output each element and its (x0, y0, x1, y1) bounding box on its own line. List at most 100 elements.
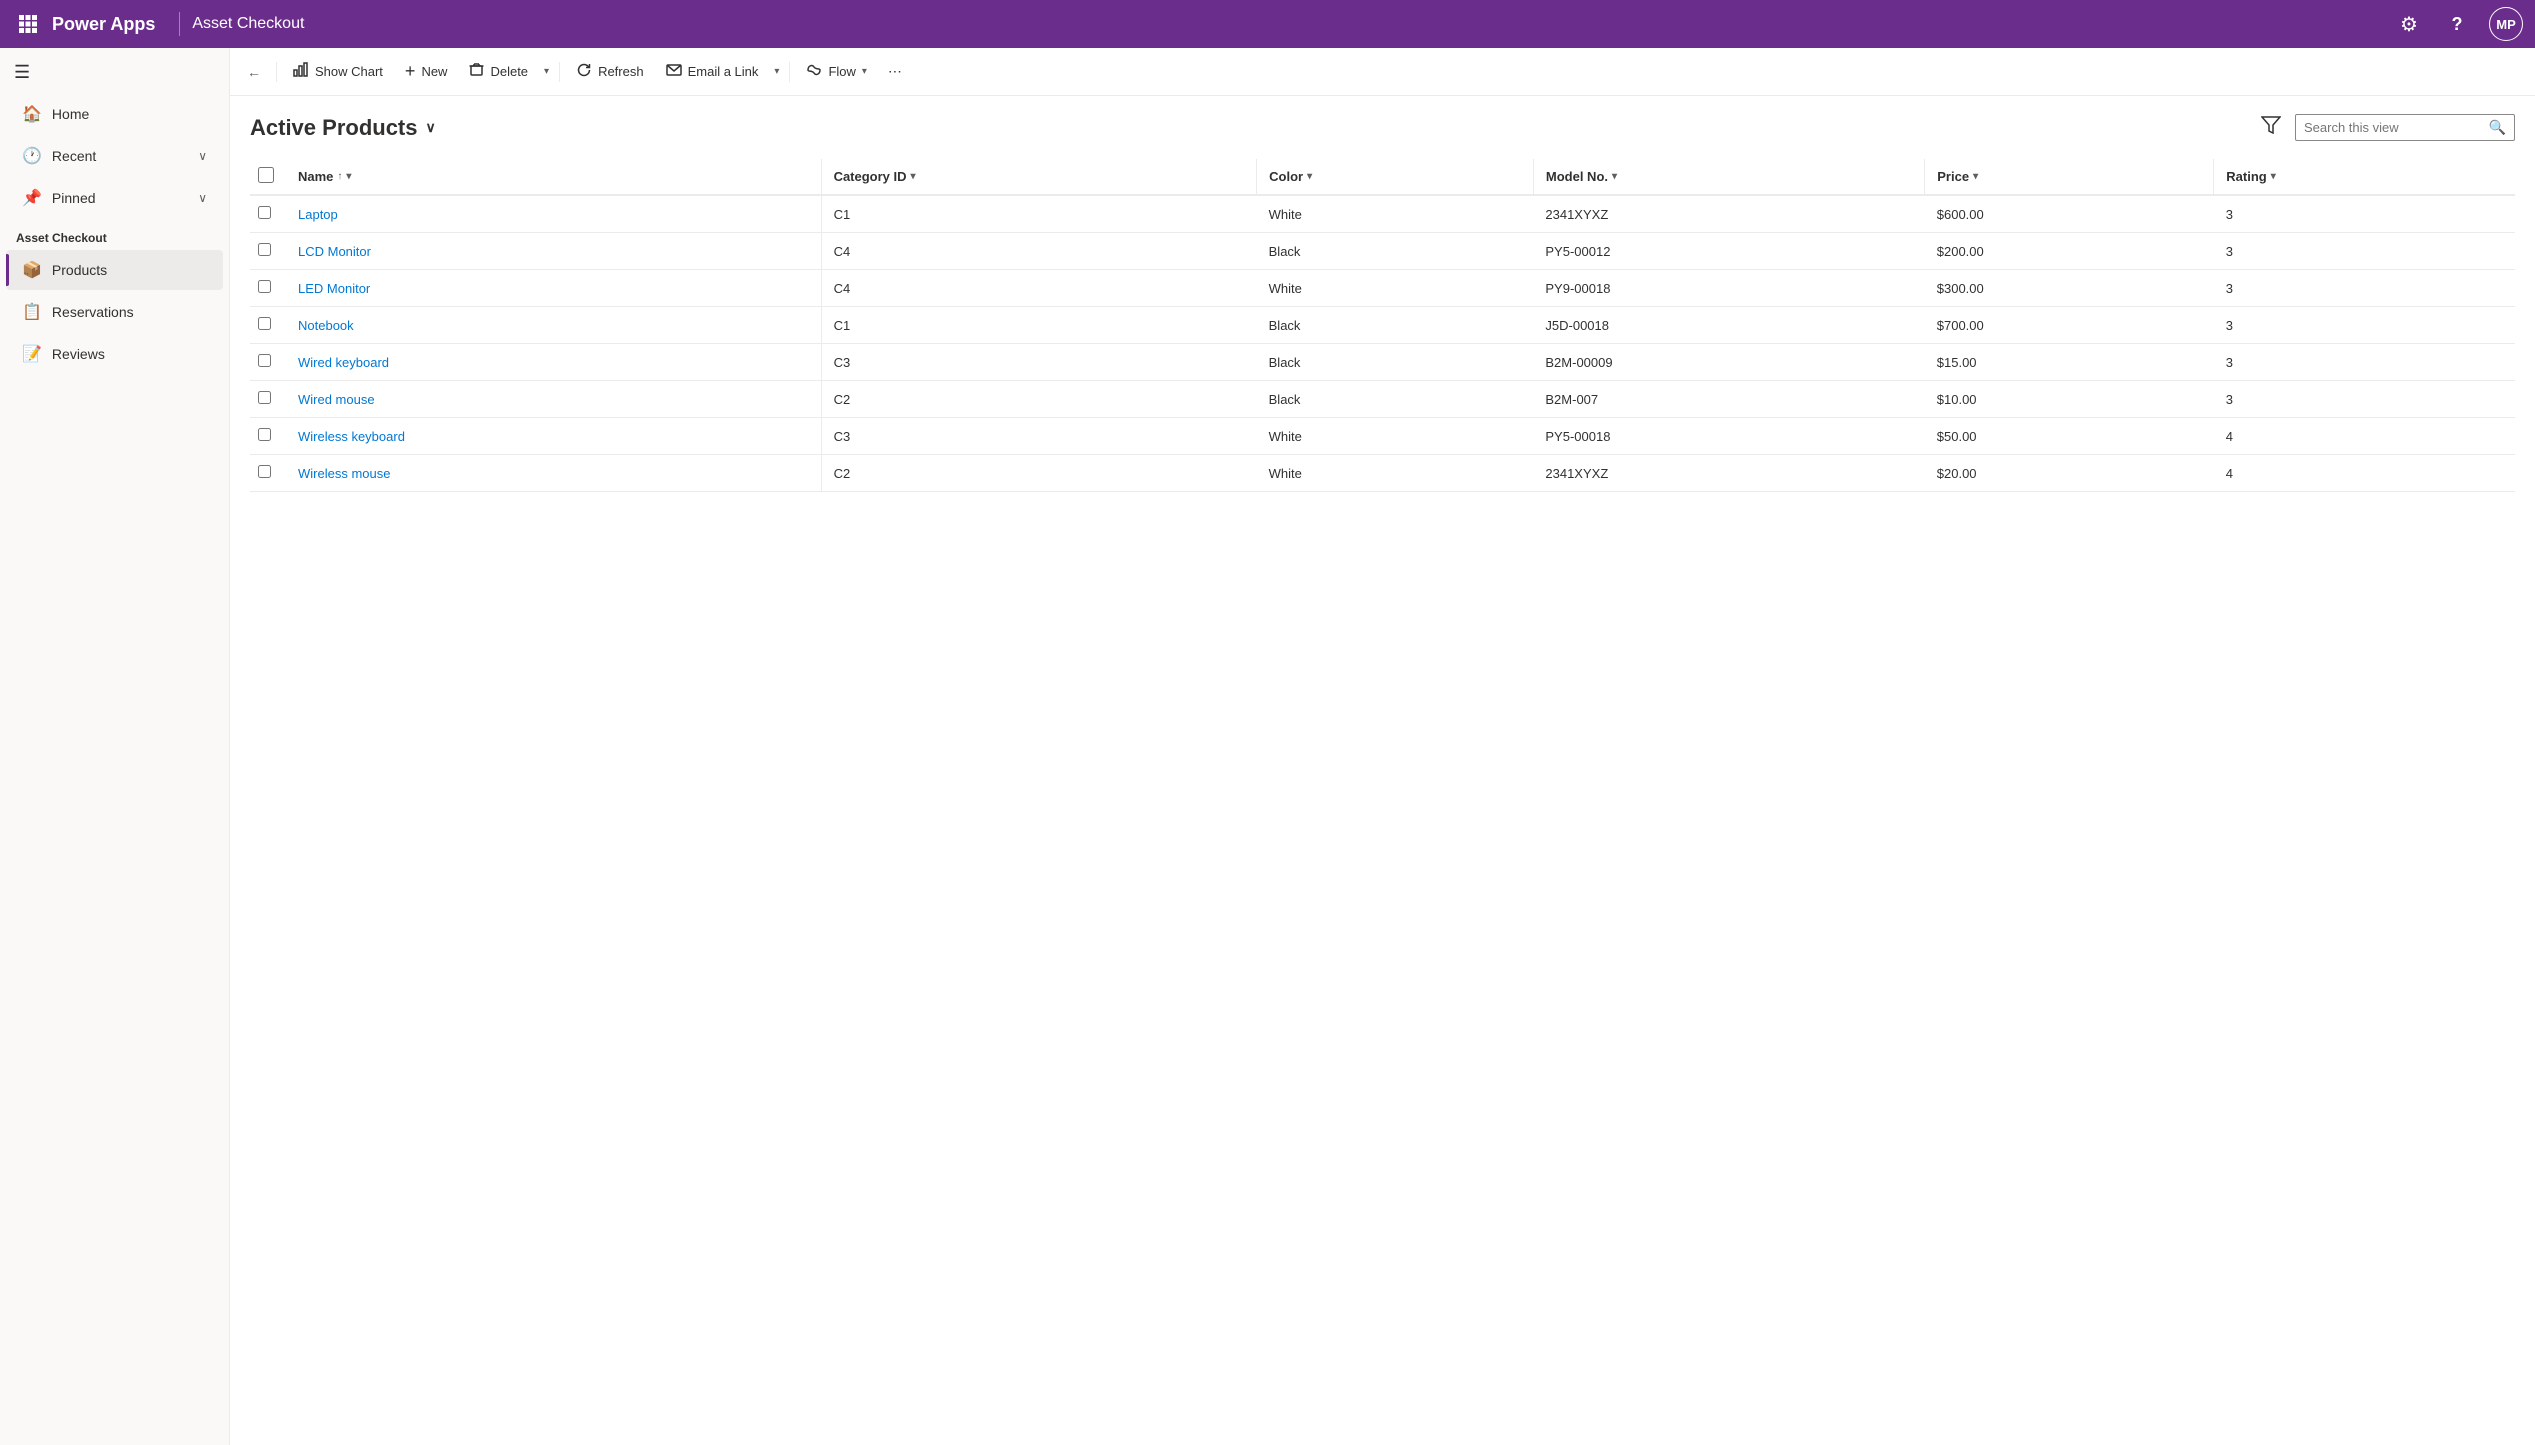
back-button[interactable]: ← (238, 56, 270, 88)
filter-icon[interactable] (2257, 112, 2285, 143)
row-checkbox-cell[interactable] (250, 195, 286, 233)
show-chart-label: Show Chart (315, 64, 383, 79)
sidebar-item-pinned[interactable]: 📌 Pinned ∨ (6, 178, 223, 218)
cmd-separator-2 (559, 62, 560, 82)
email-dropdown-arrow-icon: ▾ (774, 66, 779, 77)
row-checkbox-2[interactable] (258, 280, 271, 293)
row-checkbox-7[interactable] (258, 465, 271, 478)
products-icon: 📦 (22, 260, 42, 280)
page-name: Asset Checkout (192, 15, 304, 33)
avatar[interactable]: MP (2489, 7, 2523, 41)
show-chart-icon (293, 62, 309, 82)
refresh-button[interactable]: Refresh (566, 56, 654, 88)
sidebar-item-reservations[interactable]: 📋 Reservations (6, 292, 223, 332)
row-checkbox-4[interactable] (258, 354, 271, 367)
delete-dropdown-button[interactable]: ▾ (540, 56, 553, 88)
model-sort-icon[interactable]: ▾ (1612, 171, 1617, 182)
row-checkbox-cell[interactable] (250, 307, 286, 344)
price-sort-icon[interactable]: ▾ (1973, 171, 1978, 182)
sidebar-section-label: Asset Checkout (0, 219, 229, 249)
row-name-6[interactable]: Wireless keyboard (286, 418, 821, 455)
view-title-chevron-icon[interactable]: ∨ (426, 119, 436, 136)
col-header-category: Category ID ▾ (821, 159, 1257, 195)
sidebar-item-reviews[interactable]: 📝 Reviews (6, 334, 223, 374)
table-header-row: Name ↑ ▾ Category ID ▾ (250, 159, 2515, 195)
topbar-right: ⚙ ? MP (2393, 7, 2523, 41)
row-rating-4: 3 (2214, 344, 2515, 381)
color-sort-icon[interactable]: ▾ (1307, 171, 1312, 182)
row-checkbox-cell[interactable] (250, 381, 286, 418)
help-icon[interactable]: ? (2441, 8, 2473, 40)
search-box[interactable]: 🔍 (2295, 114, 2515, 141)
layout: ☰ 🏠 Home 🕐 Recent ∨ 📌 Pinned ∨ Asset Che… (0, 48, 2535, 1445)
hamburger-menu[interactable]: ☰ (0, 52, 229, 93)
show-chart-button[interactable]: Show Chart (283, 56, 393, 88)
main-content: ← Show Chart + New (230, 48, 2535, 1445)
more-button[interactable]: ⋯ (879, 56, 911, 88)
row-checkbox-cell[interactable] (250, 418, 286, 455)
email-link-label: Email a Link (688, 64, 759, 79)
row-checkbox-cell[interactable] (250, 233, 286, 270)
row-name-4[interactable]: Wired keyboard (286, 344, 821, 381)
delete-button[interactable]: Delete (459, 56, 538, 88)
table-row: Laptop C1 White 2341XYXZ $600.00 3 (250, 195, 2515, 233)
row-price-0: $600.00 (1925, 195, 2214, 233)
sidebar-item-products[interactable]: 📦 Products (6, 250, 223, 290)
new-icon: + (405, 61, 416, 82)
sidebar-item-recent[interactable]: 🕐 Recent ∨ (6, 136, 223, 176)
row-color-5: Black (1257, 381, 1534, 418)
sidebar-item-home[interactable]: 🏠 Home (6, 94, 223, 134)
row-checkbox-1[interactable] (258, 243, 271, 256)
delete-dropdown-arrow-icon: ▾ (544, 66, 549, 77)
row-name-7[interactable]: Wireless mouse (286, 455, 821, 492)
row-price-5: $10.00 (1925, 381, 2214, 418)
name-sort-dropdown-icon[interactable]: ▾ (346, 171, 351, 182)
row-rating-2: 3 (2214, 270, 2515, 307)
reviews-icon: 📝 (22, 344, 42, 364)
rating-sort-icon[interactable]: ▾ (2271, 171, 2276, 182)
row-category-2: C4 (821, 270, 1257, 307)
table-row: LED Monitor C4 White PY9-00018 $300.00 3 (250, 270, 2515, 307)
more-icon: ⋯ (888, 63, 902, 80)
new-button[interactable]: + New (395, 56, 458, 88)
flow-dropdown-arrow-icon: ▾ (862, 66, 867, 77)
select-all-header[interactable] (250, 159, 286, 195)
row-name-3[interactable]: Notebook (286, 307, 821, 344)
row-checkbox-cell[interactable] (250, 344, 286, 381)
row-price-3: $700.00 (1925, 307, 2214, 344)
row-checkbox-6[interactable] (258, 428, 271, 441)
category-sort-icon[interactable]: ▾ (911, 171, 916, 182)
select-all-checkbox[interactable] (258, 167, 274, 183)
row-model-2: PY9-00018 (1533, 270, 1924, 307)
email-link-button[interactable]: Email a Link (656, 56, 769, 88)
row-name-1[interactable]: LCD Monitor (286, 233, 821, 270)
row-model-7: 2341XYXZ (1533, 455, 1924, 492)
row-price-4: $15.00 (1925, 344, 2214, 381)
col-category-label: Category ID (834, 169, 907, 184)
row-checkbox-0[interactable] (258, 206, 271, 219)
recent-chevron-icon: ∨ (198, 149, 207, 163)
email-dropdown-button[interactable]: ▾ (770, 56, 783, 88)
search-input[interactable] (2304, 120, 2483, 135)
name-sort-asc-icon[interactable]: ↑ (337, 171, 342, 182)
row-checkbox-3[interactable] (258, 317, 271, 330)
pinned-chevron-icon: ∨ (198, 191, 207, 205)
view-header-right: 🔍 (2257, 112, 2515, 143)
flow-button[interactable]: Flow ▾ (796, 56, 876, 88)
command-bar: ← Show Chart + New (230, 48, 2535, 96)
row-color-4: Black (1257, 344, 1534, 381)
row-checkbox-cell[interactable] (250, 270, 286, 307)
row-checkbox-5[interactable] (258, 391, 271, 404)
row-name-0[interactable]: Laptop (286, 195, 821, 233)
row-name-5[interactable]: Wired mouse (286, 381, 821, 418)
row-category-1: C4 (821, 233, 1257, 270)
delete-icon (469, 62, 484, 81)
flow-label: Flow (828, 64, 855, 79)
row-checkbox-cell[interactable] (250, 455, 286, 492)
app-launcher-icon[interactable] (12, 8, 44, 40)
row-model-4: B2M-00009 (1533, 344, 1924, 381)
row-name-2[interactable]: LED Monitor (286, 270, 821, 307)
topbar-divider (179, 12, 180, 36)
email-link-icon (666, 63, 682, 81)
settings-icon[interactable]: ⚙ (2393, 8, 2425, 40)
